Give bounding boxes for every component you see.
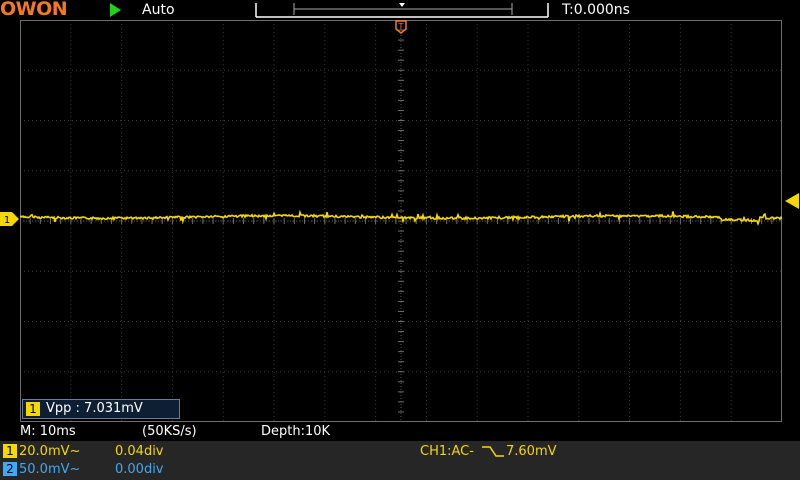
falling-edge-icon xyxy=(482,446,504,457)
record-depth-readout[interactable]: Depth:10K xyxy=(261,423,330,441)
vpp-measurement: Vpp : 7.031mV xyxy=(46,401,143,416)
memory-position-bar[interactable] xyxy=(254,0,550,20)
play-icon[interactable] xyxy=(110,3,121,17)
trigger-mode-label[interactable]: Auto xyxy=(142,1,175,19)
ch1-offset: 0.04div xyxy=(115,444,164,459)
ch2-badge: 2 xyxy=(3,462,17,476)
ch1-scale: 20.0mV~ xyxy=(19,444,81,459)
channel-status-panel: 1 20.0mV~ 0.04div CH1:AC- 7.60mV 2 50.0m… xyxy=(0,441,800,480)
graticule xyxy=(20,20,782,422)
ch1-offset-marker[interactable]: 1 xyxy=(0,212,20,226)
trigger-source[interactable]: CH1:AC- xyxy=(420,443,474,460)
ch2-status-row[interactable]: 2 50.0mV~ 0.00div xyxy=(0,461,800,478)
ch2-offset: 0.00div xyxy=(115,462,164,477)
horizontal-position-readout[interactable]: T:0.000ns xyxy=(562,1,630,19)
measurement-box[interactable]: 1 Vpp : 7.031mV xyxy=(22,399,180,419)
memory-window-marker xyxy=(399,3,405,7)
measurement-channel-badge: 1 xyxy=(26,402,40,416)
waveform-display[interactable] xyxy=(20,20,782,422)
owon-logo: OWON xyxy=(0,0,68,20)
timebase-readout[interactable]: M: 10ms xyxy=(20,423,76,441)
trigger-level-readout: 7.60mV xyxy=(506,444,557,459)
svg-text:1: 1 xyxy=(4,215,10,226)
ch1-status-row[interactable]: 1 20.0mV~ 0.04div CH1:AC- 7.60mV xyxy=(0,443,800,460)
ch1-badge: 1 xyxy=(3,444,17,458)
top-status-bar: OWON Auto T:0.000ns xyxy=(0,0,800,20)
trigger-level-marker[interactable] xyxy=(784,193,800,209)
trigger-position-marker[interactable]: T xyxy=(395,20,407,34)
sample-rate-readout: (50KS/s) xyxy=(142,424,197,439)
acquisition-info-row: M: 10ms (50KS/s) Depth:10K xyxy=(0,423,800,441)
svg-text:T: T xyxy=(398,22,404,31)
ch2-scale: 50.0mV~ xyxy=(19,462,81,477)
